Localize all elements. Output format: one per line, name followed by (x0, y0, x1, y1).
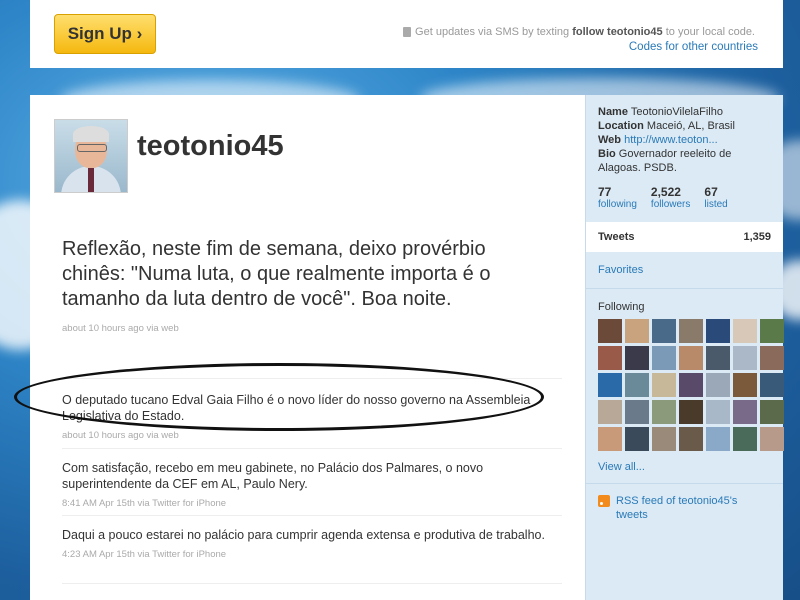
following-avatar[interactable] (652, 427, 676, 451)
profile-container: teotonio45 Reflexão, neste fim de semana… (14, 95, 784, 600)
tweet-text: Reflexão, neste fim de semana, deixo pro… (62, 238, 491, 310)
following-avatar[interactable] (652, 373, 676, 397)
following-avatar[interactable] (679, 400, 703, 424)
sms-info: Get updates via SMS by texting follow te… (403, 26, 755, 38)
following-avatar[interactable] (652, 400, 676, 424)
following-heading: Following (598, 301, 645, 313)
stat-number: 2,522 (650, 185, 681, 199)
screen-name: teotonio45 (137, 130, 284, 162)
sms-command: follow teotonio45 (572, 26, 663, 38)
codes-other-countries-link[interactable]: Codes for other countries (629, 41, 758, 53)
following-avatar[interactable] (760, 400, 784, 424)
web-link[interactable]: http://www.teoton... (624, 134, 718, 146)
following-avatar[interactable] (625, 319, 649, 343)
tweet-item: Daqui a pouco estarei no palácio para cu… (62, 527, 562, 563)
name-value: TeotonioVilelaFilho (630, 106, 723, 118)
favorites-link[interactable]: Favorites (586, 252, 783, 289)
timeline: teotonio45 Reflexão, neste fim de semana… (14, 95, 585, 600)
divider (62, 583, 562, 584)
stat-listed[interactable]: 67 listed (704, 185, 727, 210)
tweet-meta[interactable]: 4:23 AM Apr 15th via Twitter for iPhone (62, 547, 562, 563)
following-avatar[interactable] (760, 346, 784, 370)
following-avatar[interactable] (625, 400, 649, 424)
following-avatar[interactable] (652, 319, 676, 343)
location-label: Location (598, 120, 644, 132)
tweet-meta[interactable]: 8:41 AM Apr 15th via Twitter for iPhone (62, 496, 562, 512)
following-avatar[interactable] (760, 373, 784, 397)
following-avatar[interactable] (706, 400, 730, 424)
latest-tweet: Reflexão, neste fim de semana, deixo pro… (62, 237, 532, 341)
divider (62, 515, 562, 516)
sms-prefix: Get updates via SMS by texting (415, 26, 570, 38)
signup-bar: Sign Up › Get updates via SMS by texting… (30, 0, 783, 68)
following-avatar[interactable] (598, 319, 622, 343)
phone-icon (403, 27, 412, 38)
following-avatar[interactable] (733, 427, 757, 451)
rss-label: RSS feed of teotonio45's tweets (616, 495, 738, 521)
following-avatar[interactable] (625, 427, 649, 451)
rss-feed-link[interactable]: RSS feed of teotonio45's tweets (586, 484, 783, 532)
profile-info: Name TeotonioVilelaFilho Location Maceió… (586, 95, 783, 175)
following-avatar[interactable] (733, 373, 757, 397)
stat-number: 67 (704, 185, 718, 199)
tweet-item: O deputado tucano Edval Gaia Filho é o n… (62, 392, 562, 444)
following-avatar[interactable] (733, 346, 757, 370)
tweets-label: Tweets (598, 231, 635, 243)
tweet-text: O deputado tucano Edval Gaia Filho é o n… (62, 393, 531, 423)
following-avatar[interactable] (679, 427, 703, 451)
stat-label: listed (704, 199, 728, 210)
following-avatar[interactable] (652, 346, 676, 370)
following-avatar[interactable] (598, 373, 622, 397)
following-grid (586, 319, 784, 451)
tweet-meta[interactable]: about 10 hours ago via web (62, 428, 562, 444)
tweet-text: Daqui a pouco estarei no palácio para cu… (62, 528, 545, 542)
tweet-item: Com satisfação, recebo em meu gabinete, … (62, 460, 562, 512)
tweets-count-row[interactable]: Tweets 1,359 (586, 222, 783, 252)
following-avatar[interactable] (679, 373, 703, 397)
stat-label: followers (650, 199, 691, 210)
following-avatar[interactable] (679, 319, 703, 343)
following-avatar[interactable] (625, 373, 649, 397)
divider (62, 448, 562, 449)
location-value: Maceió, AL, Brasil (646, 120, 735, 132)
following-avatar[interactable] (706, 427, 730, 451)
following-avatar[interactable] (706, 346, 730, 370)
avatar[interactable] (54, 119, 128, 193)
stat-following[interactable]: 77 following (598, 185, 637, 210)
following-avatar[interactable] (679, 346, 703, 370)
stat-number: 77 (598, 185, 612, 199)
following-avatar[interactable] (706, 373, 730, 397)
following-avatar[interactable] (598, 346, 622, 370)
name-label: Name (598, 106, 628, 118)
profile-sidebar: Name TeotonioVilelaFilho Location Maceió… (585, 95, 784, 600)
following-avatar[interactable] (760, 427, 784, 451)
following-avatar[interactable] (760, 319, 784, 343)
profile-stats: 77 following 2,522 followers 67 listed (586, 175, 783, 210)
divider (62, 378, 562, 379)
following-avatar[interactable] (733, 400, 757, 424)
following-avatar[interactable] (706, 319, 730, 343)
web-label: Web (598, 134, 622, 146)
sms-suffix: to your local code. (665, 26, 755, 38)
bio-label: Bio (598, 148, 616, 160)
following-avatar[interactable] (598, 400, 622, 424)
view-all-link[interactable]: View all... (586, 451, 783, 484)
rss-icon (598, 495, 610, 507)
following-avatar[interactable] (598, 427, 622, 451)
stat-followers[interactable]: 2,522 followers (651, 185, 690, 210)
following-avatar[interactable] (625, 346, 649, 370)
tweets-count: 1,359 (743, 231, 771, 243)
signup-button[interactable]: Sign Up › (54, 14, 156, 54)
stat-label: following (598, 199, 637, 210)
tweet-meta[interactable]: about 10 hours ago via web (62, 316, 532, 341)
bio-value: Governador reeleito de Alagoas. PSDB. (598, 148, 732, 174)
tweet-text: Com satisfação, recebo em meu gabinete, … (62, 461, 484, 491)
following-avatar[interactable] (733, 319, 757, 343)
